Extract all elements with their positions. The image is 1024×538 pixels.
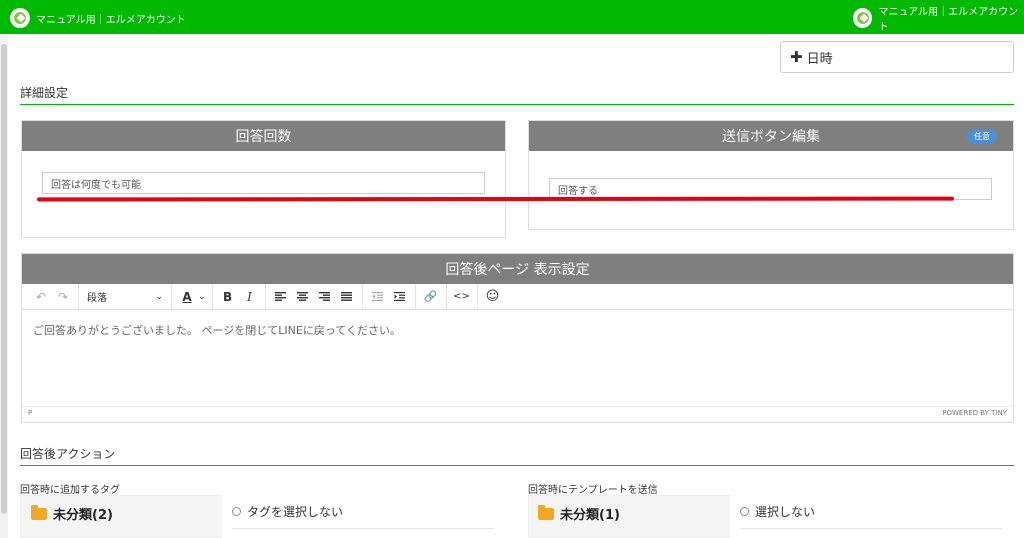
format-group: 段落 ⌄ bbox=[79, 283, 172, 310]
tag-section-label: 回答時に追加するタグ bbox=[20, 485, 120, 496]
account-name: マニュアル用｜エルメアカウント bbox=[878, 7, 1019, 33]
option-divider bbox=[740, 528, 1002, 529]
tag-folder-uncategorized[interactable]: 未分類(2) bbox=[31, 504, 113, 523]
after-page-editor: 回答後ページ 表示設定 ↶ ↷ 段落 ⌄ A ⌄ B I 🔗 <> ☺ ご回答あ… bbox=[21, 253, 1014, 423]
scrollbar-thumb[interactable] bbox=[1, 44, 7, 514]
italic-icon[interactable]: I bbox=[239, 286, 261, 308]
tag-folder-label: 未分類(2) bbox=[53, 508, 113, 523]
align-center-icon[interactable] bbox=[292, 286, 314, 308]
answer-count-title: 回答回数 bbox=[235, 129, 292, 145]
style-group: B I bbox=[213, 283, 266, 310]
no-tag-radio[interactable]: タグを選択しない bbox=[232, 503, 343, 520]
chevron-down-icon: ⌄ bbox=[155, 291, 163, 302]
history-group: ↶ ↷ bbox=[26, 283, 79, 310]
link-group: 🔗 bbox=[416, 283, 447, 310]
folder-open-icon bbox=[538, 504, 554, 520]
align-group bbox=[266, 283, 363, 310]
outdent-icon[interactable] bbox=[367, 286, 389, 308]
plus-icon: ✚ bbox=[790, 48, 803, 66]
add-datetime-button[interactable]: ✚ 日時 bbox=[780, 41, 1014, 73]
indent-icon[interactable] bbox=[389, 286, 411, 308]
submit-button-header: 送信ボタン編集 任意 bbox=[529, 121, 1013, 151]
no-tag-label: タグを選択しない bbox=[247, 505, 344, 519]
no-template-label: 選択しない bbox=[755, 505, 816, 519]
editor-statusbar: P POWERED BY TINY bbox=[22, 406, 1013, 418]
scrollbar[interactable] bbox=[0, 34, 8, 538]
editor-toolbar: ↶ ↷ 段落 ⌄ A ⌄ B I 🔗 <> ☺ bbox=[22, 283, 1013, 310]
align-right-icon[interactable] bbox=[314, 286, 336, 308]
answer-count-header: 回答回数 bbox=[22, 121, 505, 151]
account-name: マニュアル用｜エルメアカウント bbox=[36, 14, 186, 26]
top-bar: マニュアル用｜エルメアカウント マニュアル用｜エルメアカウント bbox=[0, 0, 1024, 34]
indent-group bbox=[363, 283, 416, 310]
detail-settings-title: 詳細設定 bbox=[20, 86, 69, 100]
section-divider bbox=[20, 104, 1014, 105]
no-template-radio[interactable]: 選択しない bbox=[740, 503, 815, 520]
color-group: A ⌄ bbox=[172, 283, 213, 310]
powered-by-link[interactable]: POWERED BY TINY bbox=[942, 409, 1007, 417]
answer-count-select[interactable] bbox=[42, 172, 485, 194]
emoji-icon[interactable]: ☺ bbox=[482, 286, 504, 308]
text-color-icon[interactable]: A bbox=[176, 286, 198, 308]
emoji-group: ☺ bbox=[478, 284, 508, 310]
editor-content[interactable]: ご回答ありがとうございました。 ページを閉じてLINEに戻ってください。 bbox=[22, 310, 1013, 406]
link-icon[interactable]: 🔗 bbox=[420, 286, 442, 308]
block-format-value: 段落 bbox=[87, 293, 107, 304]
after-page-header: 回答後ページ 表示設定 bbox=[22, 254, 1013, 284]
optional-badge: 任意 bbox=[967, 129, 997, 144]
chevron-down-icon[interactable]: ⌄ bbox=[198, 292, 206, 302]
redo-icon[interactable]: ↷ bbox=[52, 286, 74, 308]
code-group: <> bbox=[447, 283, 478, 310]
template-folder-uncategorized[interactable]: 未分類(1) bbox=[538, 504, 620, 523]
template-section-label: 回答時にテンプレートを送信 bbox=[528, 485, 658, 496]
folder-open-icon bbox=[31, 504, 47, 520]
bold-icon[interactable]: B bbox=[217, 286, 239, 308]
account-logo-icon bbox=[853, 8, 873, 28]
submit-button-card: 送信ボタン編集 任意 bbox=[528, 120, 1014, 230]
add-datetime-label: 日時 bbox=[806, 51, 833, 67]
align-justify-icon[interactable] bbox=[336, 286, 358, 308]
align-left-icon[interactable] bbox=[270, 286, 292, 308]
after-page-title: 回答後ページ 表示設定 bbox=[445, 262, 590, 278]
radio-circle-icon bbox=[232, 507, 241, 516]
radio-circle-icon bbox=[740, 507, 749, 516]
block-format-select[interactable]: 段落 ⌄ bbox=[83, 286, 167, 308]
account-switcher-right[interactable]: マニュアル用｜エルメアカウント bbox=[853, 7, 1024, 33]
section-divider bbox=[20, 465, 1014, 466]
account-logo-icon bbox=[10, 8, 30, 28]
template-folder-label: 未分類(1) bbox=[560, 508, 620, 523]
submit-button-title: 送信ボタン編集 bbox=[722, 129, 820, 145]
after-action-title: 回答後アクション bbox=[20, 447, 116, 461]
element-path[interactable]: P bbox=[28, 409, 32, 417]
account-switcher-left[interactable]: マニュアル用｜エルメアカウント bbox=[10, 8, 186, 28]
source-code-icon[interactable]: <> bbox=[451, 286, 473, 308]
undo-icon[interactable]: ↶ bbox=[30, 286, 52, 308]
annotation-underline bbox=[36, 196, 955, 202]
option-divider bbox=[232, 528, 494, 529]
